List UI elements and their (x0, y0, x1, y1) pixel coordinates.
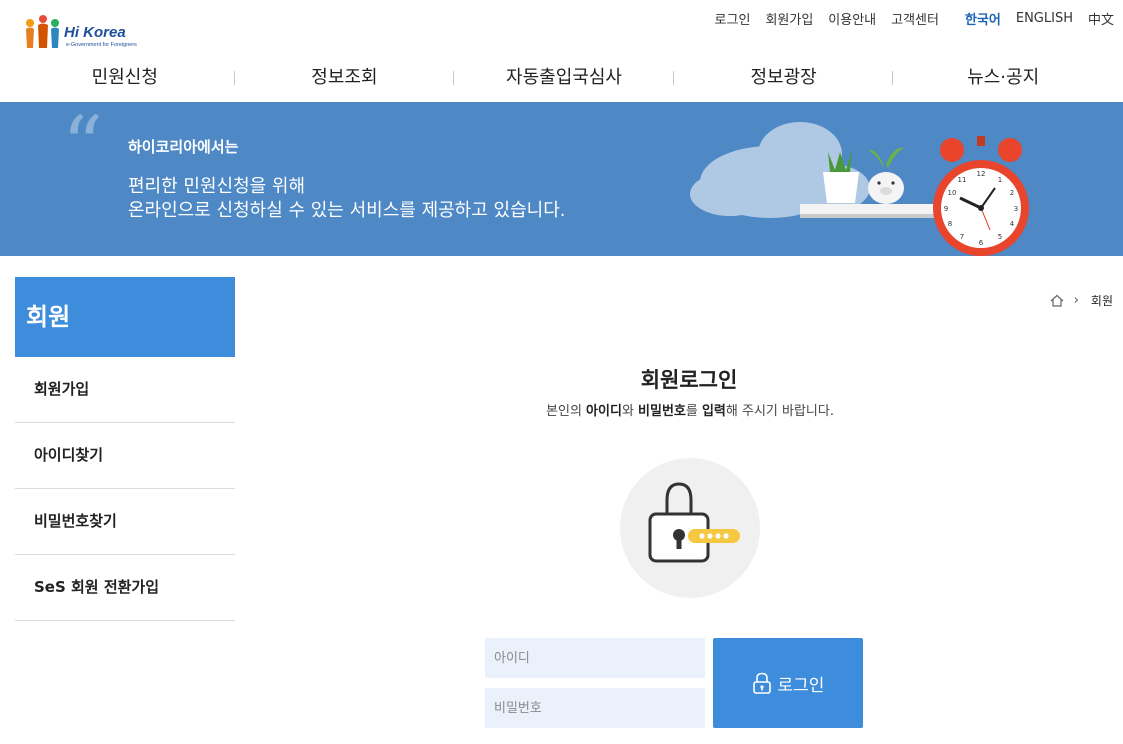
desc-emphasis-password: 비밀번호 (638, 404, 686, 419)
svg-text:2: 2 (1010, 189, 1014, 197)
banner-text-line-1: 편리한 민원신청을 위해 (128, 176, 306, 197)
sidebar-item-find-password[interactable]: 비밀번호찾기 (15, 489, 235, 555)
utility-nav: 로그인 회원가입 이용안내 고객센터 한국어 ENGLISH 中文 (700, 9, 1114, 28)
banner-illustration: 12 12 3 45 6 78 91011 (690, 122, 1029, 256)
desc-emphasis-input: 입력 (701, 404, 726, 419)
svg-text:3: 3 (1014, 205, 1018, 213)
breadcrumb: › 회원 (1050, 292, 1113, 309)
svg-text:1: 1 (998, 176, 1002, 184)
svg-text:5: 5 (998, 233, 1002, 241)
hero-banner: “ 하이코리아에서는 편리한 민원신청을 위해 온라인으로 신청하실 수 있는 … (0, 102, 1123, 256)
sidebar-title: 회원 (15, 277, 235, 357)
nav-item-info-inquiry[interactable]: 정보조회 (235, 64, 455, 92)
svg-text:11: 11 (958, 176, 967, 184)
page-title: 회원로그인 (640, 368, 738, 392)
desc-text: 해 주시기 바랍니다. (725, 404, 834, 419)
desc-text: 를 (685, 404, 702, 419)
logo-brand: Hi Korea (64, 24, 126, 41)
banner-text-line-2: 온라인으로 신청하실 수 있는 서비스를 제공하고 있습니다. (128, 200, 566, 221)
desc-text: 본인의 (546, 404, 587, 419)
lang-korean[interactable]: 한국어 (965, 9, 1001, 28)
pig-pot-icon (868, 147, 904, 204)
lock-icon (752, 672, 771, 694)
password-input[interactable] (485, 688, 705, 728)
nav-item-civil-application[interactable]: 민원신청 (15, 64, 235, 92)
breadcrumb-current: 회원 (1090, 294, 1113, 308)
nav-item-news-notice[interactable]: 뉴스·공지 (893, 64, 1113, 92)
svg-text:8: 8 (948, 220, 952, 228)
nav-item-info-plaza[interactable]: 정보광장 (674, 64, 894, 92)
banner-heading: 하이코리아에서는 (128, 138, 239, 156)
util-link-login[interactable]: 로그인 (715, 9, 751, 28)
sidebar-item-signup[interactable]: 회원가입 (15, 357, 235, 423)
alarm-clock-icon: 12 12 3 45 6 78 91011 (933, 136, 1029, 256)
lang-english[interactable]: ENGLISH (1016, 11, 1073, 26)
sidebar-item-find-id[interactable]: 아이디찾기 (15, 423, 235, 489)
svg-text:9: 9 (944, 205, 948, 213)
logo-tagline: e-Government for Foreigners (66, 42, 137, 48)
home-icon[interactable] (1050, 294, 1064, 307)
svg-text:10: 10 (948, 189, 957, 197)
svg-text:6: 6 (979, 239, 984, 247)
login-description: 본인의 아이디와 비밀번호를 입력해 주시기 바랍니다. (440, 400, 940, 419)
username-input[interactable] (485, 638, 705, 678)
main-nav: 민원신청 정보조회 자동출입국심사 정보광장 뉴스·공지 (15, 64, 1113, 92)
hikorea-logo[interactable]: Hi Korea e-Government for Foreigners (22, 14, 142, 52)
people-logo-icon (26, 15, 59, 48)
login-button[interactable]: 로그인 (713, 638, 863, 728)
util-link-signup[interactable]: 회원가입 (765, 9, 813, 28)
util-link-guide[interactable]: 이용안내 (828, 9, 876, 28)
sidebar-menu: 회원가입 아이디찾기 비밀번호찾기 SeS 회원 전환가입 (15, 357, 235, 621)
lock-illustration (620, 458, 760, 598)
svg-text:7: 7 (960, 233, 964, 241)
svg-text:12: 12 (977, 170, 986, 178)
sidebar-item-ses-conversion[interactable]: SeS 회원 전환가입 (15, 555, 235, 621)
nav-item-auto-immigration[interactable]: 자동출입국심사 (454, 64, 674, 92)
desc-text: 와 (621, 404, 639, 419)
chevron-right-icon: › (1073, 293, 1079, 308)
lang-chinese[interactable]: 中文 (1088, 9, 1114, 28)
quote-mark-icon: “ (62, 102, 103, 192)
login-button-label: 로그인 (777, 675, 825, 696)
padlock-icon (648, 482, 740, 563)
svg-text:4: 4 (1010, 220, 1015, 228)
desc-emphasis-id: 아이디 (586, 404, 622, 419)
util-link-customer-center[interactable]: 고객센터 (891, 9, 939, 28)
